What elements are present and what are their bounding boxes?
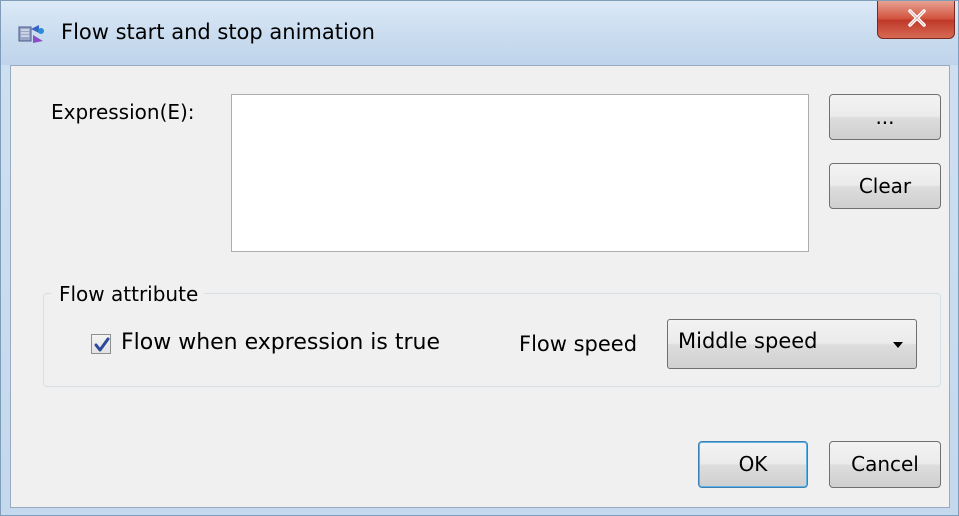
close-icon	[908, 9, 926, 27]
expression-label: Expression(E):	[51, 100, 195, 124]
clear-button[interactable]: Clear	[829, 163, 941, 209]
ok-button[interactable]: OK	[698, 441, 808, 488]
chevron-down-icon	[893, 342, 903, 348]
window-title: Flow start and stop animation	[61, 20, 375, 44]
browse-expression-button[interactable]: ...	[829, 94, 941, 140]
flow-speed-select[interactable]: Middle speed	[667, 319, 917, 369]
flow-when-true-label[interactable]: Flow when expression is true	[121, 330, 440, 355]
flow-speed-label: Flow speed	[519, 332, 638, 356]
title-bar[interactable]: Flow start and stop animation	[1, 1, 958, 65]
flow-when-true-checkbox[interactable]	[91, 334, 111, 354]
dialog-window: Flow start and stop animation Expression…	[0, 0, 959, 516]
checkmark-icon	[94, 337, 110, 352]
cancel-button[interactable]: Cancel	[829, 441, 941, 488]
flow-animation-icon	[17, 21, 47, 45]
dialog-client-area: Expression(E): ... Clear Flow attribute …	[10, 65, 950, 508]
flow-speed-value: Middle speed	[678, 329, 818, 353]
expression-input[interactable]	[231, 94, 809, 252]
flow-attribute-group-title: Flow attribute	[51, 282, 205, 306]
close-button[interactable]	[877, 1, 955, 39]
